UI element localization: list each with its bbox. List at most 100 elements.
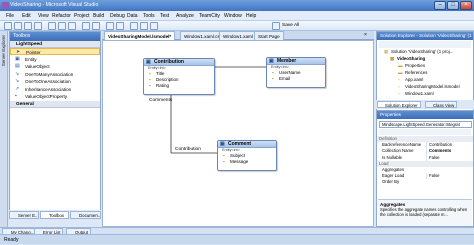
visual-studio-icon xyxy=(2,2,9,9)
solution-explorer-header: Solution Explorer - Solution 'VideoShari… xyxy=(377,32,473,40)
bottom-tabs: My Chang... Error List Output xyxy=(0,227,474,235)
property-icon: ▪ xyxy=(272,70,274,75)
value-object-icon: ▤ xyxy=(15,63,20,69)
project-node[interactable]: ▦ VideoSharing xyxy=(390,56,425,63)
toolbox-item-valueobject[interactable]: ▤ ValueObject xyxy=(10,63,100,70)
tab-window1-xaml[interactable]: Window1.xaml xyxy=(219,31,257,40)
toolbox-item-inheritance[interactable]: ↗ InheritanceAssociation xyxy=(10,86,100,93)
menu-help[interactable]: Help xyxy=(246,11,256,21)
status-text: Ready xyxy=(4,237,19,243)
menu-file[interactable]: File xyxy=(6,11,14,21)
server-explorer-strip[interactable]: Server Explorer xyxy=(0,31,8,227)
association-icon: ↘ xyxy=(15,70,20,77)
menu-build[interactable]: Build xyxy=(93,11,104,21)
solution-explorer-panel: Solution Explorer - Solution 'VideoShari… xyxy=(376,31,474,111)
menu-view[interactable]: View xyxy=(38,11,49,21)
menu-window[interactable]: Window xyxy=(224,11,242,21)
solution-icon: ▦ xyxy=(384,49,389,54)
undo-icon[interactable] xyxy=(82,22,90,30)
server-explorer-label: Server Explorer xyxy=(1,35,6,67)
association-label-contribution[interactable]: Contribution xyxy=(175,147,201,152)
association-label-comments[interactable]: Comments xyxy=(149,98,172,103)
menu-edit[interactable]: Edit xyxy=(22,11,31,21)
entity-header: ▣ Contribution xyxy=(144,59,214,66)
window1-xaml-node[interactable]: ▫ Window1.xaml xyxy=(398,91,434,98)
property-icon: ▪ xyxy=(149,83,151,88)
solution-node[interactable]: ▦ Solution 'VideoSharing' (1 proj... xyxy=(384,49,453,56)
entity-member[interactable]: ▣ Member Entity<int> ▪ UserName ▪ Email xyxy=(266,57,326,88)
properties-object-selector[interactable]: Mindscape.LightSpeed.Generator.Integrat xyxy=(379,121,472,128)
menu-test[interactable]: Test xyxy=(160,11,169,21)
property-icon: ▪ xyxy=(223,153,225,158)
menu-debug[interactable]: Debug xyxy=(110,11,125,21)
toolbox-item-onetoone[interactable]: ↘ OneToOneAssociation xyxy=(10,78,100,85)
tab-window1-xaml-cs[interactable]: Window1.xaml.cs xyxy=(180,31,224,40)
menu-analyze[interactable]: Analyze xyxy=(176,11,194,21)
solution-explorer-toolbar xyxy=(379,41,471,48)
cut-icon[interactable] xyxy=(48,22,56,30)
inheritance-icon: ↗ xyxy=(15,85,20,92)
xaml-file-icon: ▫ xyxy=(398,77,400,82)
app-xaml-node[interactable]: ▫ App.xaml xyxy=(398,77,423,84)
tab-server-explorer[interactable]: Server E... xyxy=(9,211,39,219)
menu-data[interactable]: Data xyxy=(127,11,138,21)
close-button[interactable]: × xyxy=(460,1,472,10)
toolbox-category-general[interactable]: General xyxy=(10,101,100,108)
tab-toolbox[interactable]: Toolbox xyxy=(40,211,69,219)
entity-comment[interactable]: ▣ Comment Entity<int> ▪ Subject ▪ Message xyxy=(217,140,277,171)
open-icon[interactable] xyxy=(24,22,32,30)
start-debug-icon[interactable] xyxy=(106,22,114,30)
properties-node[interactable]: ▬ Properties xyxy=(398,63,425,70)
entity-property[interactable]: ▪ Email xyxy=(267,76,325,82)
properties-toolbar xyxy=(379,129,471,135)
project-icon: ▦ xyxy=(390,56,395,61)
properties-panel: Properties Mindscape.LightSpeed.Generato… xyxy=(376,110,474,227)
redo-icon[interactable] xyxy=(92,22,100,30)
maximize-button[interactable]: □ xyxy=(447,1,459,10)
entity-header: ▣ Comment xyxy=(218,141,276,148)
properties-icon[interactable] xyxy=(140,22,148,30)
add-item-icon[interactable] xyxy=(14,22,22,30)
entity-property[interactable]: ▪ Message xyxy=(218,159,276,165)
menu-refactor[interactable]: Refactor xyxy=(52,11,71,21)
copy-icon[interactable] xyxy=(58,22,66,30)
toolbox-item-entity[interactable]: ▣ Entity xyxy=(10,56,100,63)
minimize-button[interactable]: – xyxy=(434,1,446,10)
entity-icon: ▣ xyxy=(146,59,151,65)
new-project-icon[interactable] xyxy=(4,22,12,30)
menu-project[interactable]: Project xyxy=(74,11,90,21)
save-all-icon[interactable] xyxy=(272,22,280,30)
entity-property[interactable]: ▪ Rating xyxy=(144,83,214,89)
tab-start-page[interactable]: Start Page xyxy=(254,31,284,40)
right-panel-tabs: Solution Explorer Class View xyxy=(376,100,474,109)
entity-icon: ▣ xyxy=(220,141,225,147)
model-designer-canvas[interactable]: ▣ Contribution Entity<int> ▪ Title ▪ Descri… xyxy=(102,40,374,227)
property-row[interactable]: Order By xyxy=(377,179,473,185)
menu-tools[interactable]: Tools xyxy=(143,11,155,21)
tab-document-outline[interactable]: Documen... xyxy=(70,211,101,219)
save-icon[interactable] xyxy=(34,22,42,30)
find-icon[interactable] xyxy=(116,22,124,30)
references-node[interactable]: ▬ References xyxy=(398,70,427,77)
toolbox-header: Toolbox xyxy=(10,32,100,41)
close-document-icon[interactable]: × xyxy=(364,32,367,38)
toolbox-item-onetomany[interactable]: ↘ OneToManyAssociation xyxy=(10,71,100,78)
tab-videosharing-model[interactable]: VideoSharingModel.lsmodel* xyxy=(104,31,176,40)
save-all-button[interactable]: Save All xyxy=(282,21,299,31)
tab-solution-explorer[interactable]: Solution Explorer xyxy=(377,101,421,108)
entity-contribution[interactable]: ▣ Contribution Entity<int> ▪ Title ▪ Descri… xyxy=(143,58,215,95)
menu-teamcity[interactable]: TeamCity xyxy=(199,11,220,21)
left-panel-tabs: Server E... Toolbox Documen... xyxy=(9,210,101,227)
visual-studio-window: VideoSharing - Microsoft Visual Studio –… xyxy=(0,0,474,244)
paste-icon[interactable] xyxy=(68,22,76,30)
model-file-node[interactable]: ▫ VideoSharingModel.lsmodel xyxy=(398,84,460,91)
folder-icon: ▬ xyxy=(398,63,403,68)
toolbox-item-valueobjectproperty[interactable]: ▪ ValueObjectProperty xyxy=(10,93,100,100)
solution-explorer-icon[interactable] xyxy=(130,22,138,30)
property-icon: ▪ xyxy=(223,159,225,164)
entity-header: ▣ Member xyxy=(267,58,325,65)
toolbox-icon[interactable] xyxy=(150,22,158,30)
tab-class-view[interactable]: Class View xyxy=(425,101,458,108)
toolbox-category-lightspeed[interactable]: LightSpeed xyxy=(10,41,100,48)
toolbox-item-pointer[interactable]: ➤ Pointer xyxy=(10,48,100,56)
